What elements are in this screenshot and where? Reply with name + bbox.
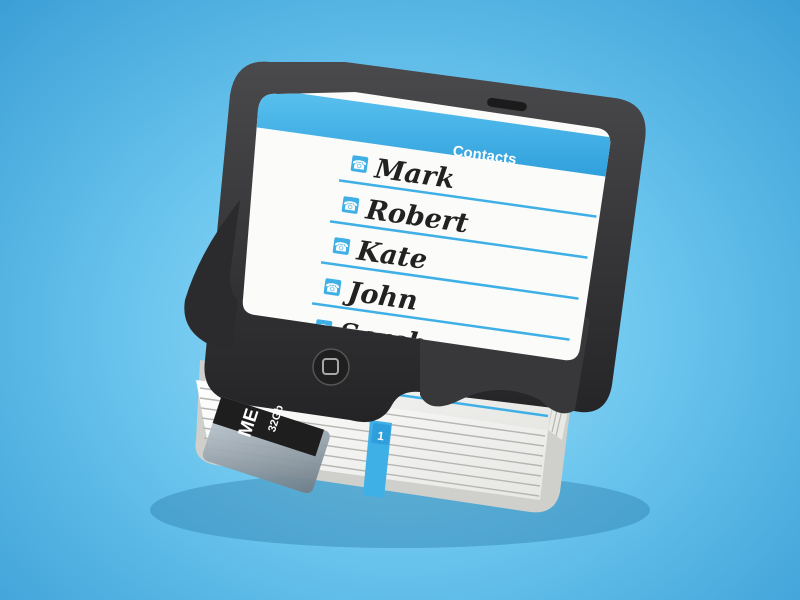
- phone-glyph: ☎: [333, 239, 350, 255]
- phone-glyph: ☎: [324, 280, 341, 296]
- home-button[interactable]: [312, 348, 350, 386]
- phone-glyph: ☎: [351, 157, 368, 173]
- phone-glyph: ☎: [342, 198, 359, 214]
- page-number-tab[interactable]: 1: [370, 423, 392, 445]
- contacts-book-illustration: 1 Contacts ☎Mark☎Robert☎Kate☎John☎Sarah …: [150, 61, 650, 548]
